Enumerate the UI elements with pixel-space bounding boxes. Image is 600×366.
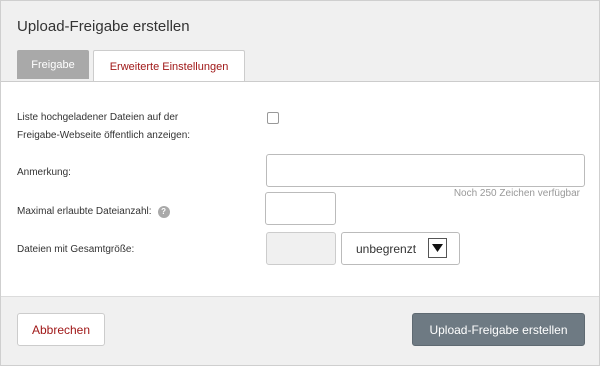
note-label: Anmerkung: [17,167,71,178]
tab-erweiterte-einstellungen[interactable]: Erweiterte Einstellungen [93,50,245,82]
public-list-label-line2: Freigabe-Webseite öffentlich anzeigen: [17,130,191,141]
note-char-hint: Noch 250 Zeichen verfügbar [453,188,580,199]
tab-panel-erweiterte-einstellungen: Liste hochgeladener Dateien auf der Frei… [1,81,599,297]
total-size-unit-value: unbegrenzt [356,241,417,256]
public-list-checkbox[interactable] [267,112,279,124]
create-upload-share-button[interactable]: Upload-Freigabe erstellen [412,313,585,346]
max-files-label-row: Maximal erlaubte Dateianzahl: ? [17,203,170,221]
max-files-label: Maximal erlaubte Dateianzahl: [17,206,152,217]
total-size-unit-select[interactable]: unbegrenzt [341,232,460,265]
question-circle-icon[interactable]: ? [157,206,170,218]
total-size-input[interactable] [266,232,336,265]
total-size-label: Dateien mit Gesamtgröße: [17,244,135,255]
chevron-down-icon[interactable] [428,238,447,258]
public-list-label-line1: Liste hochgeladener Dateien auf der [17,112,179,123]
note-input[interactable] [266,154,585,187]
cancel-button[interactable]: Abbrechen [17,313,105,346]
upload-share-dialog: Upload-Freigabe erstellen Freigabe Erwei… [0,0,600,366]
max-files-input[interactable] [265,192,336,225]
public-list-label: Liste hochgeladener Dateien auf der Frei… [17,109,247,145]
tab-freigabe[interactable]: Freigabe [17,50,89,79]
dialog-title: Upload-Freigabe erstellen [17,18,190,35]
